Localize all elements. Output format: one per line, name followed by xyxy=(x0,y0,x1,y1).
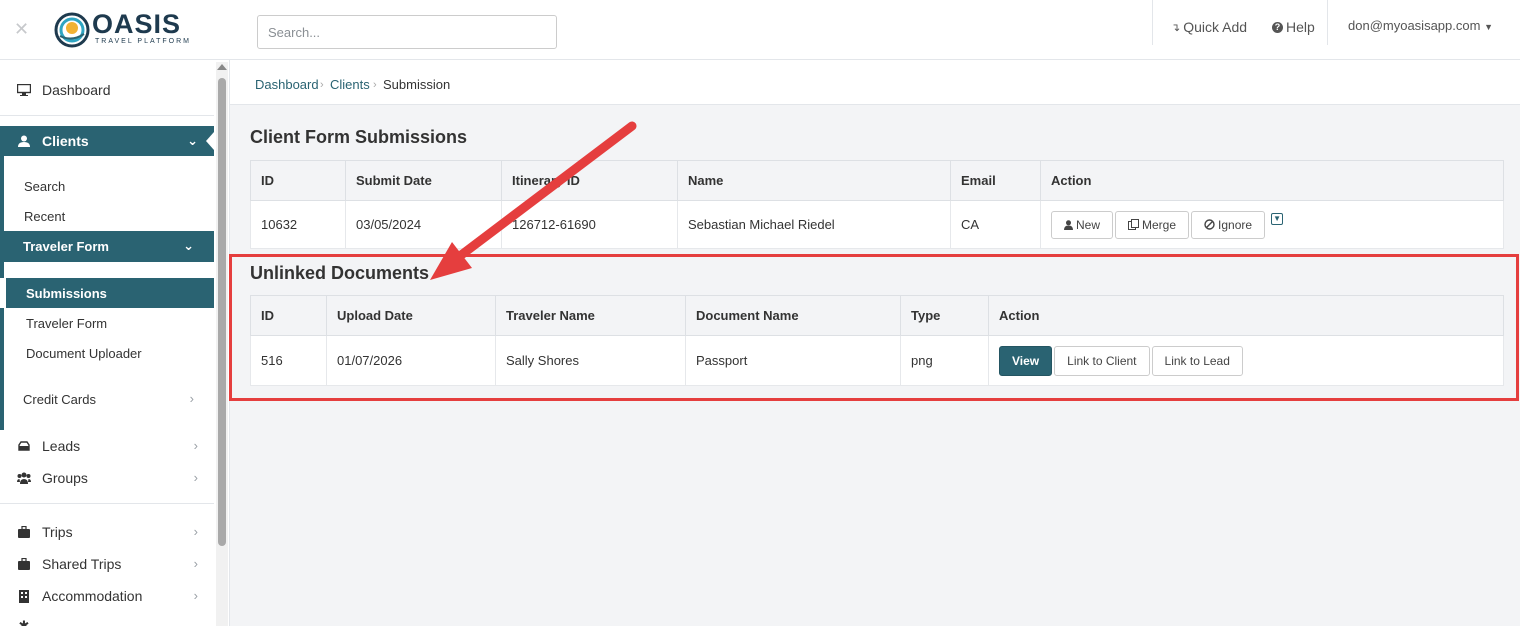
sidebar-item-label: Traveler Form xyxy=(23,239,109,254)
chevron-down-icon: ⌄ xyxy=(187,133,198,148)
button-label: Ignore xyxy=(1218,217,1253,232)
column-header: Action xyxy=(1040,160,1504,201)
sidebar-item-document-uploader[interactable]: Document Uploader xyxy=(26,346,142,361)
chevron-right-icon: › xyxy=(193,588,198,603)
client-form-submissions-title: Client Form Submissions xyxy=(250,127,468,147)
column-header: Email xyxy=(950,160,1041,201)
sidebar-item-label: Accommodation xyxy=(42,588,143,604)
sidebar-item-label: Leads xyxy=(42,438,81,454)
breadcrumb: Dashboard › Clients › Submission xyxy=(230,60,1520,105)
logo[interactable]: OASIS TRAVEL PLATFORM xyxy=(54,10,191,50)
merge-button[interactable]: Merge xyxy=(1115,210,1190,239)
cell-itinerary-id: 126712-61690 xyxy=(501,200,678,249)
sidebar-item-label: Shared Trips xyxy=(42,556,122,572)
building-icon xyxy=(16,588,32,604)
button-label: New xyxy=(1076,217,1101,232)
column-header: Name xyxy=(677,160,951,201)
divider xyxy=(1152,0,1153,45)
search-input[interactable] xyxy=(257,15,557,49)
oasis-logo-icon xyxy=(54,12,90,48)
column-header: ID xyxy=(250,160,346,201)
user-icon xyxy=(1064,219,1073,230)
sidebar-item-label: Trips xyxy=(42,524,73,540)
help-label: Help xyxy=(1286,19,1315,35)
more-actions-caret-icon[interactable]: ▼ xyxy=(1271,212,1284,225)
breadcrumb-dashboard[interactable]: Dashboard xyxy=(255,77,319,92)
user-email: don@myoasisapp.com xyxy=(1348,18,1481,33)
annotation-highlight-box xyxy=(229,254,1519,401)
cell-name: Sebastian Michael Riedel xyxy=(677,200,951,249)
chevron-right-icon: › xyxy=(189,391,194,406)
cell-submit-date: 03/05/2024 xyxy=(345,200,502,249)
sidebar: Dashboard Clients ⌄ Search Recent Travel… xyxy=(0,60,230,626)
sidebar-item-leads[interactable]: Leads › xyxy=(0,430,214,462)
caret-down-icon: ▼ xyxy=(1484,22,1493,32)
logo-name: OASIS xyxy=(92,9,182,39)
sidebar-item-label: Submissions xyxy=(26,285,107,301)
sidebar-item-accommodation[interactable]: Accommodation › xyxy=(0,580,214,612)
suitcase-icon xyxy=(16,524,32,540)
sidebar-item-groups[interactable]: Groups › xyxy=(0,462,214,494)
new-client-button[interactable]: New xyxy=(1051,210,1114,239)
divider xyxy=(1327,0,1328,45)
divider xyxy=(0,503,214,504)
chevron-right-icon: › xyxy=(193,438,198,453)
quick-add-button[interactable]: ↴ Quick Add xyxy=(1171,19,1247,35)
sidebar-item-shared-trips[interactable]: Shared Trips › xyxy=(0,548,214,580)
divider xyxy=(0,115,214,116)
sidebar-item-search[interactable]: Search xyxy=(24,179,65,194)
sidebar-item-recent[interactable]: Recent xyxy=(24,209,65,224)
copy-icon xyxy=(1128,219,1140,230)
question-circle-icon: ? xyxy=(1272,21,1283,33)
sidebar-item-traveler-form-group[interactable]: Traveler Form ⌄ xyxy=(0,231,214,262)
sidebar-item-trips[interactable]: Trips › xyxy=(0,516,214,548)
sidebar-scrollbar-thumb[interactable] xyxy=(218,78,226,546)
breadcrumb-clients[interactable]: Clients xyxy=(330,77,370,92)
cell-actions: New Merge Ignore ▼ xyxy=(1040,200,1504,249)
inbox-icon xyxy=(16,438,32,454)
breadcrumb-separator: › xyxy=(320,79,324,91)
sidebar-item-dashboard[interactable]: Dashboard xyxy=(0,74,214,106)
user-menu[interactable]: don@myoasisapp.com ▼ xyxy=(1348,18,1493,33)
active-pointer xyxy=(206,132,214,150)
chevron-down-icon: ⌄ xyxy=(183,238,194,253)
sidebar-item-submissions[interactable]: Submissions xyxy=(0,278,214,308)
scroll-up-arrow-icon[interactable] xyxy=(217,64,227,70)
client-form-submissions-table: ID Submit Date Itinerary ID Name Email A… xyxy=(250,160,1504,249)
gear-icon: ✱ xyxy=(18,618,30,626)
breadcrumb-current: Submission xyxy=(383,77,451,92)
chevron-right-icon: › xyxy=(193,470,198,485)
suitcase-icon xyxy=(16,556,32,572)
sidebar-item-credit-cards[interactable]: Credit Cards › xyxy=(0,383,214,415)
monitor-icon xyxy=(16,82,32,98)
chevron-right-icon: › xyxy=(193,524,198,539)
table-header-row: ID Submit Date Itinerary ID Name Email A… xyxy=(250,160,1504,201)
users-icon xyxy=(16,470,32,486)
button-label: Merge xyxy=(1142,217,1177,232)
sidebar-item-label: Credit Cards xyxy=(23,391,96,407)
sidebar-item-traveler-form[interactable]: Traveler Form xyxy=(26,316,107,331)
user-icon xyxy=(16,133,32,149)
sidebar-item-label: Clients xyxy=(42,133,89,149)
sidebar-item-partial[interactable]: ✱ xyxy=(0,612,214,626)
cell-email: CA xyxy=(950,200,1041,249)
ignore-button[interactable]: Ignore xyxy=(1191,210,1266,239)
breadcrumb-separator: › xyxy=(373,79,377,91)
sidebar-item-label: Groups xyxy=(42,470,88,486)
table-row: 10632 03/05/2024 126712-61690 Sebastian … xyxy=(250,200,1504,249)
sidebar-item-label: Dashboard xyxy=(42,82,111,98)
quick-add-icon: ↴ xyxy=(1171,21,1181,34)
cell-id: 10632 xyxy=(250,200,346,249)
logo-tagline: TRAVEL PLATFORM xyxy=(95,38,191,45)
help-button[interactable]: ? Help xyxy=(1272,19,1315,35)
column-header: Itinerary ID xyxy=(501,160,678,201)
top-bar: ✕ OASIS TRAVEL PLATFORM ↴ Quick Add ? He… xyxy=(0,0,1520,60)
column-header: Submit Date xyxy=(345,160,502,201)
chevron-right-icon: › xyxy=(193,556,198,571)
close-icon[interactable]: ✕ xyxy=(14,20,32,38)
quick-add-label: Quick Add xyxy=(1183,19,1248,35)
ban-icon xyxy=(1204,219,1215,230)
sidebar-item-clients[interactable]: Clients ⌄ xyxy=(0,126,214,156)
